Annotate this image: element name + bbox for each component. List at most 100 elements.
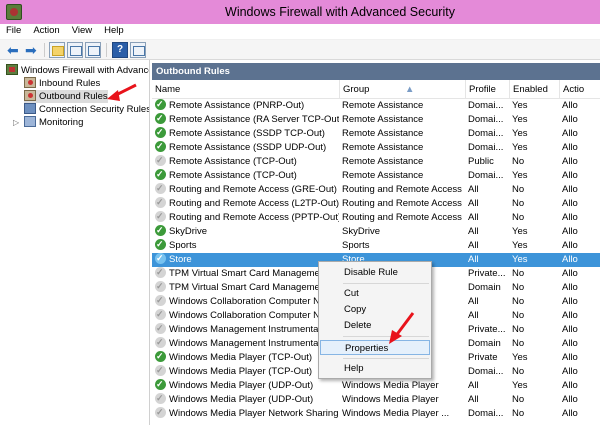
column-header-profile[interactable]: Profile	[466, 80, 510, 99]
rule-profile-cell: Domai...	[468, 128, 504, 139]
menu-view[interactable]: View	[66, 24, 98, 36]
rule-name: Windows Media Player (TCP-Out)	[169, 366, 313, 377]
expand-chevron-icon[interactable]: ▷	[13, 116, 19, 129]
rule-name-cell: Windows Media Player Network Sharing ...	[155, 407, 339, 421]
back-icon[interactable]: ⬅	[7, 42, 23, 58]
rule-name-cell: TPM Virtual Smart Card Management	[155, 281, 339, 295]
rule-enabled-cell: Yes	[512, 114, 528, 125]
tree-root[interactable]: Windows Firewall with Advance	[6, 64, 149, 77]
toolbar: ⬅ ➡ ?	[0, 40, 600, 60]
tree-item-outbound-rules[interactable]: Outbound Rules	[24, 90, 108, 103]
outbound-rules-icon	[24, 90, 36, 101]
rule-name-cell: Remote Assistance (RA Server TCP-Out)	[155, 113, 339, 127]
rule-action-cell: Allo	[562, 100, 578, 111]
rule-action-cell: Allo	[562, 366, 578, 377]
enabled-check-icon	[155, 379, 166, 391]
menu-separator	[343, 283, 429, 284]
rule-enabled-cell: No	[512, 282, 525, 293]
table-row[interactable]: Sports Sports All Yes Allo	[152, 239, 600, 253]
disabled-rule-icon	[155, 365, 166, 377]
rule-group-cell: Routing and Remote Access	[342, 198, 462, 209]
rule-action-cell: Allo	[562, 226, 578, 237]
export-list-icon[interactable]	[85, 42, 101, 58]
menu-file[interactable]: File	[0, 24, 27, 36]
menu-action[interactable]: Action	[27, 24, 65, 36]
rule-name-cell: Remote Assistance (TCP-Out)	[155, 169, 339, 183]
rule-action-cell: Allo	[562, 114, 578, 125]
disabled-rule-icon	[155, 211, 166, 223]
table-row[interactable]: Remote Assistance (RA Server TCP-Out)Rem…	[152, 113, 600, 127]
rule-profile-cell: Domai...	[468, 170, 504, 181]
table-row[interactable]: Windows Media Player Network Sharing ...…	[152, 407, 600, 421]
menu-separator	[343, 358, 429, 359]
rule-profile-cell: Private...	[468, 324, 506, 335]
rule-enabled-cell: No	[512, 394, 525, 405]
rule-name: TPM Virtual Smart Card Management	[169, 268, 328, 279]
rule-profile-cell: Domai...	[468, 408, 504, 419]
show-hide-tree-icon[interactable]	[67, 42, 83, 58]
table-row[interactable]: Windows Media Player (UDP-Out) Windows Me…	[152, 379, 600, 393]
table-row[interactable]: Routing and Remote Access (PPTP-Out)Rout…	[152, 211, 600, 225]
tree-item-connection-security-rules[interactable]: Connection Security Rules	[24, 103, 149, 116]
column-header-enabled[interactable]: Enabled	[510, 80, 560, 99]
rule-group-cell: Windows Media Player ...	[342, 408, 450, 419]
rule-action-cell: Allo	[562, 282, 578, 293]
rule-action-cell: Allo	[562, 184, 578, 195]
context-menu-cut[interactable]: Cut	[320, 286, 430, 301]
rule-action-cell: Allo	[562, 408, 578, 419]
disabled-rule-icon	[155, 309, 166, 321]
menu-help[interactable]: Help	[98, 24, 130, 36]
context-menu-help[interactable]: Help	[320, 361, 430, 376]
rule-enabled-cell: Yes	[512, 128, 528, 139]
rule-name-cell: Remote Assistance (SSDP TCP-Out)	[155, 127, 339, 141]
column-header-name[interactable]: Name	[152, 80, 340, 99]
disabled-rule-icon	[155, 407, 166, 419]
context-menu-disable-rule[interactable]: Disable Rule	[320, 265, 430, 280]
toolbar-separator	[106, 43, 107, 57]
rule-group-cell: SkyDrive	[342, 226, 381, 237]
forward-icon[interactable]: ➡	[25, 42, 41, 58]
rule-group-cell: Remote Assistance	[342, 170, 424, 181]
rule-enabled-cell: No	[512, 198, 525, 209]
rule-name: Remote Assistance (PNRP-Out)	[169, 100, 305, 111]
column-header-action[interactable]: Actio	[560, 80, 600, 99]
table-row[interactable]: Routing and Remote Access (GRE-Out) Routi…	[152, 183, 600, 197]
rule-group-cell: Remote Assistance	[342, 156, 424, 167]
rule-name: Sports	[169, 240, 197, 251]
rule-name: Remote Assistance (RA Server TCP-Out)	[169, 114, 339, 125]
up-level-icon[interactable]	[49, 42, 65, 58]
tree-item-monitoring[interactable]: Monitoring	[24, 116, 83, 129]
rule-action-cell: Allo	[562, 142, 578, 153]
rule-action-cell: Allo	[562, 254, 578, 265]
rule-enabled-cell: No	[512, 324, 525, 335]
table-row[interactable]: Remote Assistance (TCP-Out) Remote Assist…	[152, 155, 600, 169]
enabled-check-icon	[155, 239, 166, 251]
rule-name: Windows Collaboration Computer Na	[169, 296, 326, 307]
table-row[interactable]: Windows Media Player (UDP-Out) Windows Me…	[152, 393, 600, 407]
rule-name: Windows Collaboration Computer Na	[169, 310, 326, 321]
enabled-check-icon	[155, 225, 166, 237]
help-icon[interactable]: ?	[112, 42, 128, 58]
rule-name: Remote Assistance (SSDP TCP-Out)	[169, 128, 325, 139]
rules-pane: Outbound Rules Name Group ▲ Profile Enab…	[152, 60, 600, 425]
table-row[interactable]: Remote Assistance (TCP-Out) Remote Assist…	[152, 169, 600, 183]
rule-profile-cell: Domain	[468, 282, 501, 293]
rule-enabled-cell: Yes	[512, 226, 528, 237]
rule-profile-cell: Public	[468, 156, 494, 167]
rule-name: Windows Media Player (TCP-Out)	[169, 352, 313, 363]
table-row[interactable]: Remote Assistance (SSDP TCP-Out) Remote A…	[152, 127, 600, 141]
rule-action-cell: Allo	[562, 352, 578, 363]
properties-icon[interactable]	[130, 42, 146, 58]
table-row[interactable]: SkyDrive SkyDrive All Yes Allo	[152, 225, 600, 239]
table-row[interactable]: Remote Assistance (PNRP-Out) Remote Assis…	[152, 99, 600, 113]
rule-group-cell: Windows Media Player	[342, 380, 439, 391]
inbound-rules-icon	[24, 77, 36, 88]
tree-item-inbound-rules[interactable]: Inbound Rules	[24, 77, 100, 90]
rule-profile-cell: Domai...	[468, 142, 504, 153]
disabled-rule-icon	[155, 337, 166, 349]
rule-enabled-cell: Yes	[512, 380, 528, 391]
table-row[interactable]: Routing and Remote Access (L2TP-Out)Rout…	[152, 197, 600, 211]
rule-name-cell: Store	[155, 253, 339, 267]
rule-enabled-cell: No	[512, 338, 525, 349]
table-row[interactable]: Remote Assistance (SSDP UDP-Out) Remote A…	[152, 141, 600, 155]
